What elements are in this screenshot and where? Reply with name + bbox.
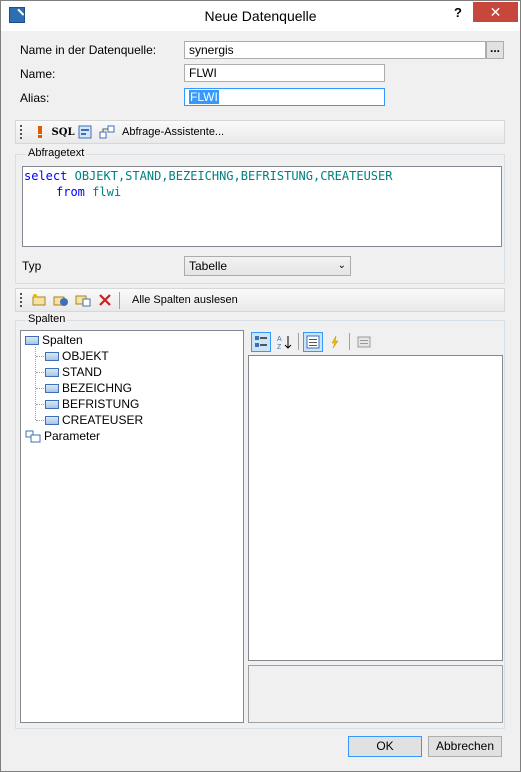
column-label: BEFRISTUNG — [62, 397, 140, 411]
tree-node-label: Spalten — [42, 333, 83, 347]
column-icon — [45, 351, 59, 361]
property-description — [248, 665, 503, 723]
help-button[interactable]: ? — [447, 3, 469, 23]
dialog-window: Neue Datenquelle ? ✕ Name in der Datenqu… — [0, 0, 521, 772]
add-parameter-icon[interactable] — [74, 291, 92, 309]
column-icon — [45, 415, 59, 425]
properties-icon[interactable] — [303, 332, 323, 352]
column-label: BEZEICHNG — [62, 381, 133, 395]
column-label: CREATEUSER — [62, 413, 144, 427]
column-icon — [45, 367, 59, 377]
toolbar-separator — [349, 333, 350, 350]
query-line-2: from flwi — [24, 184, 501, 200]
tree-connector — [36, 404, 44, 405]
window-title: Neue Datenquelle — [204, 8, 317, 24]
columns-toolbar: Alle Spalten auslesen — [15, 288, 505, 312]
tree-connector — [36, 372, 44, 373]
browse-button[interactable]: ... — [486, 41, 504, 59]
toolbar-grip[interactable] — [20, 293, 22, 307]
query-editor[interactable]: select OBJEKT,STAND,BEZEICHNG,BEFRISTUNG… — [22, 166, 502, 247]
property-grid[interactable] — [248, 355, 503, 661]
execute-icon[interactable] — [32, 123, 48, 141]
type-select[interactable]: Tabelle ⌄ — [184, 256, 351, 276]
title-bar: Neue Datenquelle ? ✕ — [1, 1, 520, 31]
categorized-icon[interactable] — [251, 332, 271, 352]
cancel-button[interactable]: Abbrechen — [428, 736, 502, 757]
toolbar-grip[interactable] — [20, 125, 22, 139]
tree-connector — [36, 356, 44, 357]
tree-node-column[interactable]: OBJEKT — [45, 348, 109, 364]
assistant-icon[interactable] — [98, 123, 116, 141]
events-icon[interactable] — [325, 332, 345, 352]
column-label: STAND — [62, 365, 102, 379]
columns-tree: Spalten OBJEKT STAND BEZEICHNG BEFRISTUN… — [20, 330, 244, 723]
from-keyword: from — [56, 185, 85, 199]
tree-node-spalten[interactable]: Spalten — [25, 332, 83, 348]
type-label: Typ — [22, 259, 42, 273]
from-table: flwi — [92, 185, 122, 199]
toolbar-separator — [119, 292, 120, 309]
add-calculated-column-icon[interactable] — [52, 291, 70, 309]
name-field[interactable]: FLWI — [184, 64, 385, 82]
select-columns: OBJEKT,STAND,BEZEICHNG,BEFRISTUNG,CREATE… — [74, 169, 393, 183]
tree-connector — [36, 388, 44, 389]
datasource-field[interactable]: synergis — [184, 41, 486, 59]
alias-label: Alias: — [20, 91, 50, 105]
tree-node-column[interactable]: CREATEUSER — [45, 412, 143, 428]
column-label: OBJEKT — [62, 349, 109, 363]
columns-group-title: Spalten — [26, 313, 68, 325]
tree-node-column[interactable]: BEFRISTUNG — [45, 396, 139, 412]
parameter-icon — [25, 430, 41, 443]
toolbar-separator — [298, 333, 299, 350]
column-icon — [45, 383, 59, 393]
tree-connector — [36, 420, 44, 421]
columns-icon — [25, 335, 39, 345]
property-pages-icon[interactable] — [354, 332, 374, 352]
svg-text:Z: Z — [277, 344, 282, 350]
sort-alphabetical-icon[interactable]: AZ — [274, 332, 294, 352]
read-all-columns-button[interactable]: Alle Spalten auslesen — [132, 291, 238, 309]
alias-selected-text: FLWI — [189, 90, 219, 104]
chevron-down-icon: ⌄ — [337, 260, 346, 271]
query-group-title: Abfragetext — [26, 147, 87, 159]
datasource-label: Name in der Datenquelle: — [20, 43, 157, 57]
tree-node-parameter[interactable]: Parameter — [25, 428, 100, 444]
column-icon — [45, 399, 59, 409]
ok-button[interactable]: OK — [348, 736, 422, 757]
sql-button[interactable]: SQL — [52, 123, 75, 141]
close-button[interactable]: ✕ — [473, 2, 518, 22]
tree-node-column[interactable]: STAND — [45, 364, 102, 380]
svg-text:A: A — [277, 336, 282, 343]
query-toolbar: SQL Abfrage-Assistente... — [15, 120, 505, 144]
alias-field[interactable]: FLWI — [184, 88, 385, 106]
select-keyword: select — [24, 169, 68, 183]
tree-connector — [35, 347, 36, 420]
type-selected-value: Tabelle — [189, 259, 228, 273]
property-toolbar: AZ — [248, 332, 503, 354]
tree-node-label: Parameter — [44, 429, 101, 443]
name-label: Name: — [20, 67, 56, 81]
delete-icon[interactable] — [96, 291, 114, 309]
assistant-button[interactable]: Abfrage-Assistente... — [122, 123, 224, 141]
add-column-icon[interactable] — [30, 291, 48, 309]
query-designer-icon[interactable] — [77, 123, 93, 141]
query-line-1: select OBJEKT,STAND,BEZEICHNG,BEFRISTUNG… — [24, 168, 501, 184]
tree-node-column[interactable]: BEZEICHNG — [45, 380, 132, 396]
